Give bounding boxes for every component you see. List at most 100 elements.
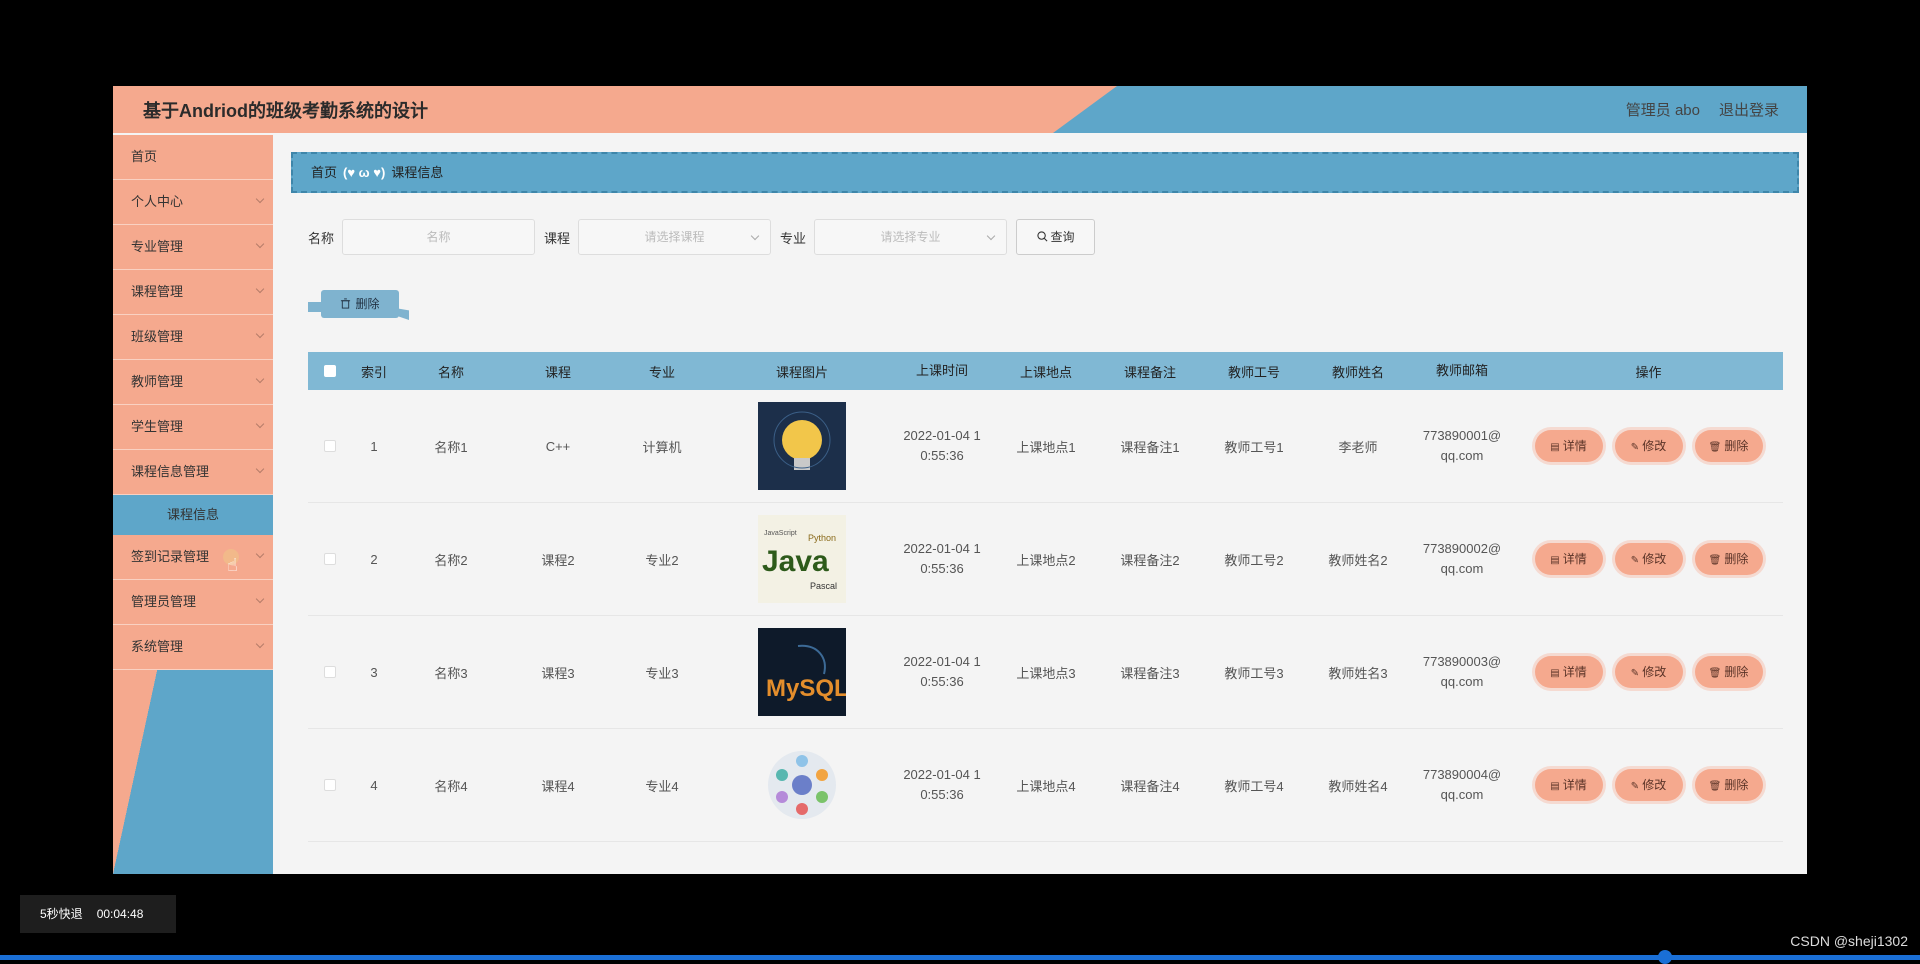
- breadcrumb-separator: (♥ ω ♥): [343, 165, 386, 180]
- app-title: 基于Andriod的班级考勤系统的设计: [143, 101, 428, 121]
- cell-teacher-no: 教师工号3: [1224, 665, 1284, 681]
- sidebar-item-3[interactable]: 课程管理: [113, 270, 273, 315]
- java-image: Java Python JavaScript Pascal: [758, 515, 846, 603]
- cell-name: 名称3: [434, 665, 468, 681]
- delete-button[interactable]: 🗑 删除: [1694, 430, 1763, 462]
- cell-note: 课程备注3: [1120, 665, 1180, 681]
- document-icon: ▤: [1550, 555, 1560, 566]
- detail-button[interactable]: ▤ 详情: [1534, 430, 1603, 462]
- pencil-icon: ✎: [1630, 668, 1640, 679]
- sidebar-subitem-course-info[interactable]: 课程信息: [113, 495, 273, 535]
- edit-button[interactable]: ✎ 修改: [1614, 430, 1683, 462]
- rewind-5s-button[interactable]: 5秒快退: [40, 907, 83, 921]
- sidebar-item-after-1[interactable]: 管理员管理: [113, 580, 273, 625]
- cell-teacher-name: 教师姓名2: [1328, 552, 1388, 568]
- table-header: 索引 名称 课程 专业 课程图片 上课时间 上课地点 课程备注 教师工号 教师姓…: [308, 352, 1783, 390]
- delete-button[interactable]: 🗑 删除: [1694, 656, 1763, 688]
- select-all-checkbox[interactable]: [324, 365, 336, 377]
- breadcrumb-home[interactable]: 首页: [311, 165, 337, 180]
- header: 基于Andriod的班级考勤系统的设计 管理员 abo 退出登录: [113, 86, 1807, 133]
- delete-button[interactable]: 🗑 删除: [1694, 769, 1763, 801]
- cell-course-image: [714, 741, 890, 829]
- course-select[interactable]: 请选择课程: [578, 219, 772, 255]
- sidebar-item-6[interactable]: 学生管理: [113, 405, 273, 450]
- header-course: 课程: [544, 364, 571, 380]
- cell-name: 名称4: [434, 778, 468, 794]
- row-checkbox[interactable]: [324, 553, 336, 565]
- svg-text:MySQL: MySQL: [766, 675, 846, 702]
- cell-teacher-no: 教师工号1: [1224, 439, 1284, 455]
- svg-text:Python: Python: [808, 533, 836, 543]
- circle-diagram-image: [758, 741, 846, 829]
- cell-major: 计算机: [642, 439, 682, 455]
- cell-course-image: [714, 402, 890, 490]
- chevron-down-icon: [255, 549, 265, 559]
- sidebar-item-0[interactable]: 首页: [113, 135, 273, 180]
- edit-button[interactable]: ✎ 修改: [1614, 656, 1683, 688]
- cell-location: 上课地点4: [1016, 778, 1076, 794]
- logout-link[interactable]: 退出登录: [1719, 99, 1779, 120]
- chevron-down-icon: [255, 594, 265, 604]
- cell-teacher-name: 教师姓名3: [1328, 665, 1388, 681]
- delete-button[interactable]: 🗑 删除: [1694, 543, 1763, 575]
- breadcrumb: 首页 (♥ ω ♥) 课程信息: [291, 152, 1799, 193]
- sidebar-item-7[interactable]: 课程信息管理: [113, 450, 273, 495]
- cell-course: C++: [545, 438, 571, 454]
- cell-course: 课程3: [541, 665, 575, 681]
- cell-teacher-email: 773890004@ qq.com: [1422, 767, 1502, 802]
- cell-location: 上课地点3: [1016, 665, 1076, 681]
- header-note: 课程备注: [1123, 364, 1176, 380]
- chevron-down-icon: [255, 194, 265, 204]
- sidebar-item-after-0[interactable]: 签到记录管理: [113, 535, 273, 580]
- sidebar-item-2[interactable]: 专业管理: [113, 225, 273, 270]
- cell-teacher-no: 教师工号2: [1224, 552, 1284, 568]
- mysql-image: MySQL: [758, 628, 846, 716]
- sidebar-item-1[interactable]: 个人中心: [113, 180, 273, 225]
- trash-icon: 🗑: [1708, 781, 1722, 792]
- trash-icon: [341, 298, 351, 309]
- progress-bar[interactable]: [0, 955, 1920, 960]
- detail-button[interactable]: ▤ 详情: [1534, 656, 1603, 688]
- sidebar-item-4[interactable]: 班级管理: [113, 315, 273, 360]
- cell-actions: ▤ 详情 ✎ 修改 🗑 删除: [1514, 430, 1783, 462]
- row-checkbox[interactable]: [324, 779, 336, 791]
- cell-index: 2: [370, 551, 378, 567]
- cell-location: 上课地点2: [1016, 552, 1076, 568]
- cell-major: 专业3: [645, 665, 679, 681]
- chevron-down-icon: [986, 231, 996, 241]
- cell-actions: ▤ 详情 ✎ 修改 🗑 删除: [1514, 769, 1783, 801]
- major-select[interactable]: 请选择专业: [814, 219, 1008, 255]
- cell-teacher-email: 773890001@ qq.com: [1422, 428, 1502, 463]
- bulk-delete-button[interactable]: 删除: [321, 290, 399, 318]
- row-checkbox[interactable]: [324, 440, 336, 452]
- playback-time: 00:04:48: [96, 907, 144, 921]
- header-time: 上课时间: [915, 363, 968, 378]
- chevron-down-icon: [750, 231, 760, 241]
- cell-actions: ▤ 详情 ✎ 修改 🗑 删除: [1514, 543, 1783, 575]
- header-teacher-no: 教师工号: [1227, 364, 1280, 380]
- search-bar: 名称 名称 课程 请选择课程 专业 请选择专业 查询: [308, 218, 1096, 256]
- progress-handle[interactable]: [1658, 950, 1672, 964]
- cell-course: 课程4: [541, 778, 575, 794]
- sidebar-item-after-2[interactable]: 系统管理: [113, 625, 273, 670]
- detail-button[interactable]: ▤ 详情: [1534, 769, 1603, 801]
- table-body: 1 名称1 C++ 计算机 2022-01-04 1 0:55:36 上课地点1 课程备注1 教…: [308, 390, 1783, 842]
- cell-actions: ▤ 详情 ✎ 修改 🗑 删除: [1514, 656, 1783, 688]
- watermark: CSDN @sheji1302: [1790, 933, 1908, 949]
- header-name: 名称: [437, 364, 464, 380]
- sidebar-item-5[interactable]: 教师管理: [113, 360, 273, 405]
- name-input[interactable]: 名称: [342, 219, 536, 255]
- edit-button[interactable]: ✎ 修改: [1614, 543, 1683, 575]
- cell-time: 2022-01-04 1 0:55:36: [903, 541, 981, 576]
- query-button[interactable]: 查询: [1016, 219, 1096, 255]
- cell-time: 2022-01-04 1 0:55:36: [903, 428, 981, 463]
- header-major: 专业: [648, 364, 675, 380]
- row-checkbox[interactable]: [324, 666, 336, 678]
- pointer-cursor-icon: ☝: [227, 555, 238, 575]
- cell-time: 2022-01-04 1 0:55:36: [903, 767, 981, 802]
- detail-button[interactable]: ▤ 详情: [1534, 543, 1603, 575]
- name-label: 名称: [308, 230, 335, 246]
- header-image: 课程图片: [775, 364, 828, 380]
- edit-button[interactable]: ✎ 修改: [1614, 769, 1683, 801]
- document-icon: ▤: [1550, 442, 1560, 453]
